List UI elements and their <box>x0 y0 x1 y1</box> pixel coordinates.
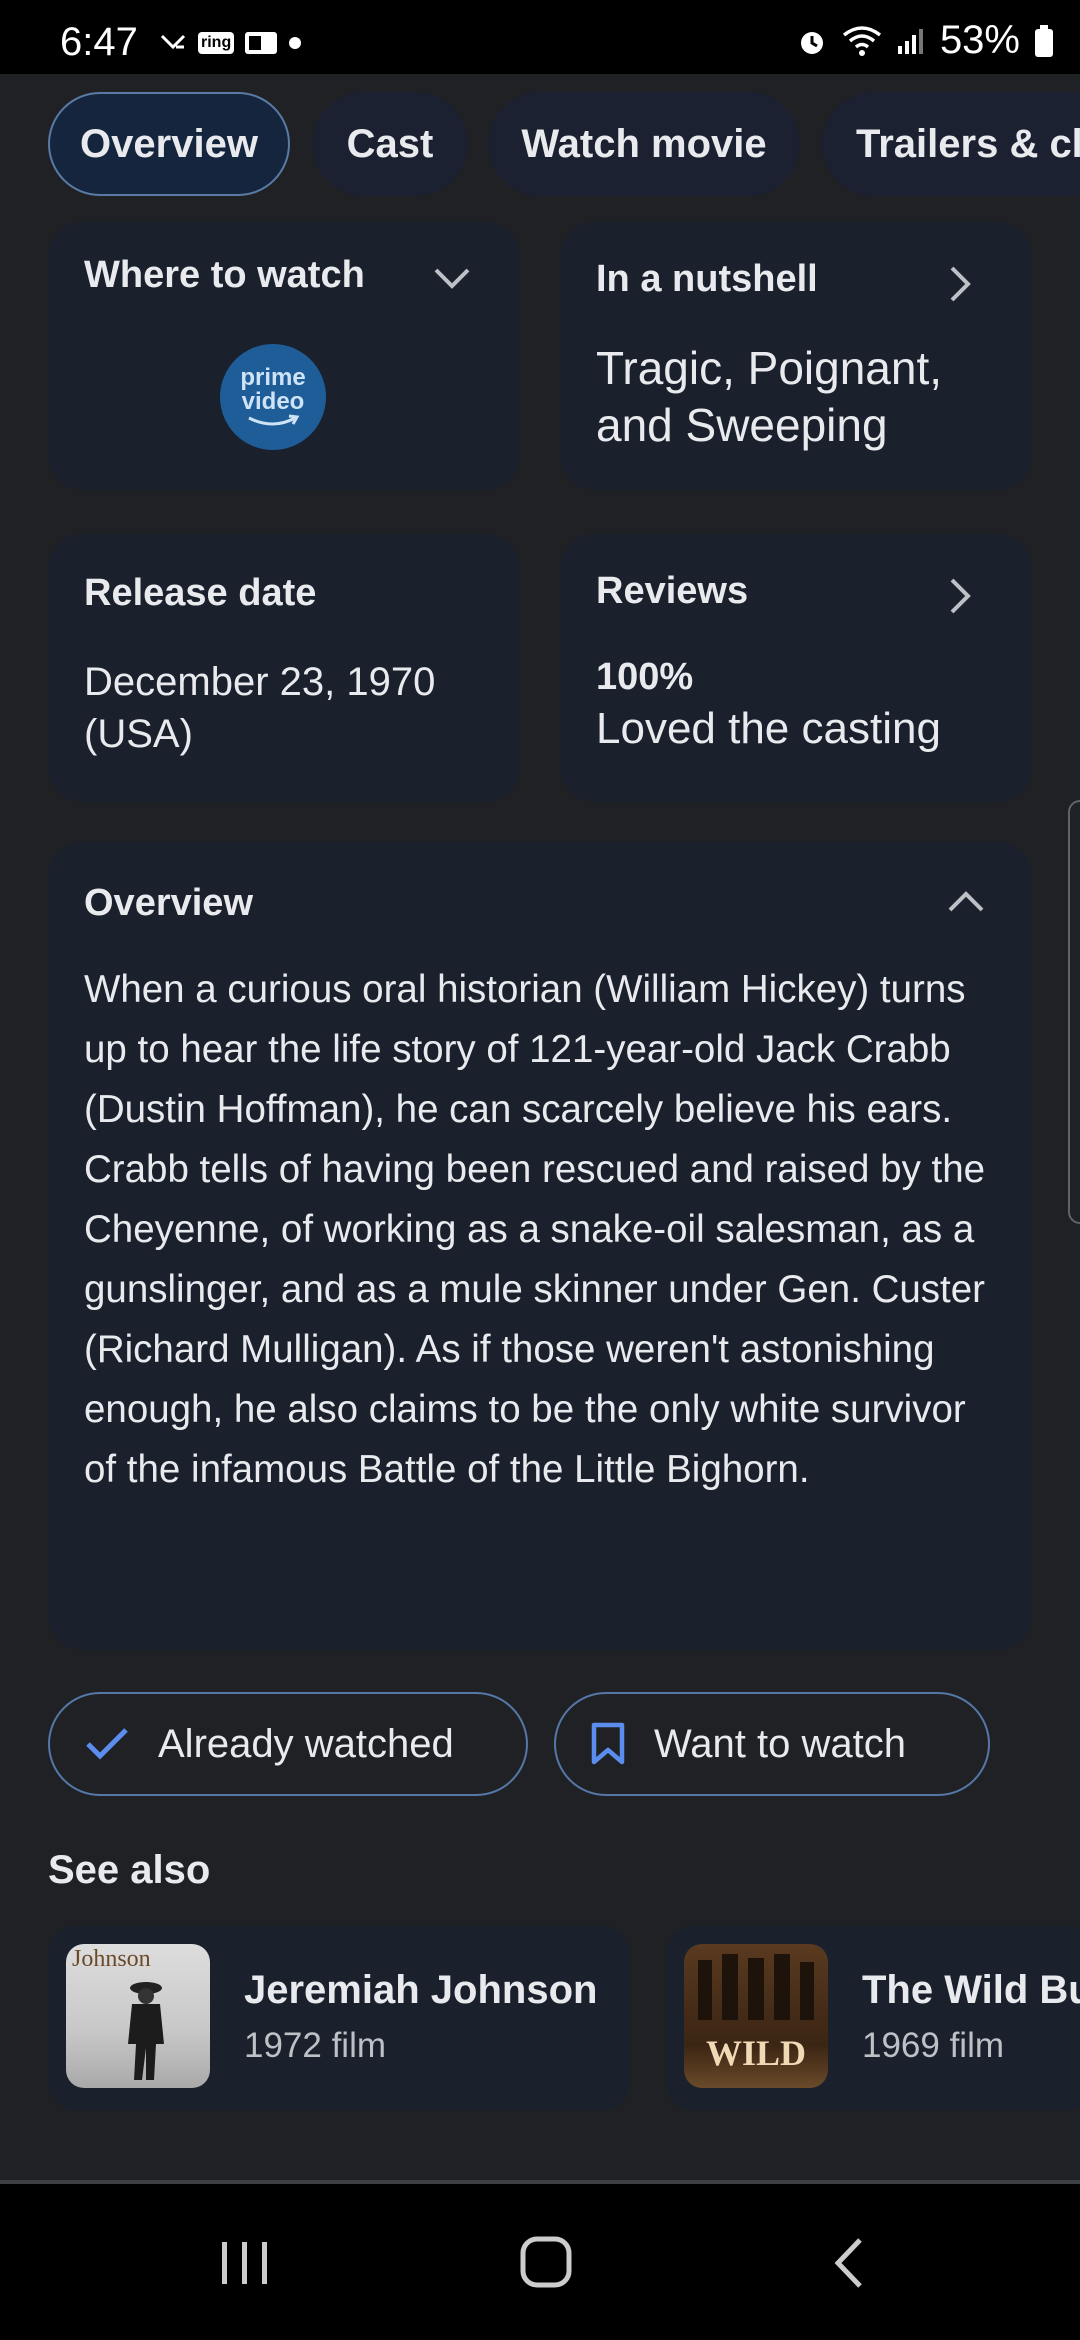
see-also-item-title: The Wild Bu <box>862 1968 1080 2012</box>
video-logo-text: video <box>241 388 305 415</box>
home-icon[interactable] <box>518 2234 574 2290</box>
want-to-watch-button[interactable]: Want to watch <box>554 1692 990 1796</box>
nutshell-title: In a nutshell <box>596 258 818 300</box>
alarm-icon <box>800 31 823 54</box>
tab-trailers[interactable]: Trailers & cli <box>822 92 1080 196</box>
cowboy-figure-icon <box>128 1982 164 2080</box>
check-icon <box>84 1726 130 1762</box>
tab-overview[interactable]: Overview <box>48 92 290 196</box>
reviews-card[interactable]: Reviews 100% Loved the casting <box>560 534 1032 802</box>
already-watched-label: Already watched <box>158 1721 454 1766</box>
reviews-subtitle: Loved the casting <box>596 704 941 753</box>
where-to-watch-card[interactable]: Where to watch prime video <box>48 222 520 490</box>
chevron-up-icon[interactable] <box>946 888 986 914</box>
bookmark-icon <box>590 1722 626 1766</box>
release-region: (USA) <box>84 712 193 756</box>
want-to-watch-label: Want to watch <box>654 1721 906 1766</box>
already-watched-button[interactable]: Already watched <box>48 1692 528 1796</box>
overview-text: When a curious oral historian (William H… <box>84 968 986 1491</box>
chevron-right-icon[interactable] <box>948 264 974 304</box>
overview-card: Overview When a curious oral historian (… <box>48 842 1032 1650</box>
reviews-percent: 100% <box>596 656 694 698</box>
ring-app-icon: ring <box>198 32 235 54</box>
signal-icon <box>897 28 923 54</box>
navigation-bar <box>0 2184 1080 2340</box>
system-icons: 53% <box>796 18 1054 63</box>
wifi-icon <box>842 25 882 56</box>
status-time: 6:47 <box>60 20 138 64</box>
battery-percent: 53% <box>939 18 1020 62</box>
see-also-item-subtitle: 1969 film <box>862 2026 1005 2065</box>
nutshell-card[interactable]: In a nutshell Tragic, Poignant, and Swee… <box>560 222 1032 490</box>
recent-apps-icon[interactable] <box>218 2238 272 2288</box>
dot-icon <box>289 37 302 49</box>
chevron-right-icon[interactable] <box>948 576 974 616</box>
nutshell-text: Tragic, Poignant, and Sweeping <box>596 342 943 451</box>
prime-video-logo[interactable]: prime video <box>220 344 326 450</box>
overview-title: Overview <box>84 882 253 924</box>
outlook-icon <box>245 32 278 54</box>
see-also-title: See also <box>48 1848 211 1892</box>
reviews-title: Reviews <box>596 570 749 612</box>
see-also-item-subtitle: 1972 film <box>244 2026 387 2065</box>
smile-arrow-icon <box>248 414 300 426</box>
chevron-down-icon[interactable] <box>432 266 472 292</box>
back-icon[interactable] <box>832 2236 866 2290</box>
tab-strip: Overview Cast Watch movie Trailers & cli <box>0 74 1080 210</box>
release-date-title: Release date <box>84 572 317 614</box>
see-also-item[interactable]: WILD The Wild Bu 1969 film <box>666 1926 1080 2110</box>
battery-icon <box>1035 24 1053 57</box>
see-also-item-title: Jeremiah Johnson <box>244 1968 598 2012</box>
notification-icons: ring <box>158 28 302 58</box>
where-to-watch-title: Where to watch <box>84 254 365 296</box>
release-date: December 23, 1970 <box>84 660 436 704</box>
poster-title-text: WILD <box>705 2033 807 2073</box>
jeremiah-johnson-poster: Johnson <box>66 1944 210 2088</box>
tab-watch-movie[interactable]: Watch movie <box>488 92 800 196</box>
release-date-card: Release date December 23, 1970 (USA) <box>48 534 520 802</box>
scroll-indicator[interactable] <box>1068 800 1080 1224</box>
missed-call-icon <box>160 34 186 50</box>
tab-cast[interactable]: Cast <box>312 92 468 196</box>
prime-logo-text: prime <box>240 364 306 391</box>
release-date-value: December 23, 1970 (USA) <box>84 656 504 760</box>
see-also-item[interactable]: Johnson Jeremiah Johnson 1972 film <box>48 1926 630 2110</box>
wild-bunch-poster: WILD <box>684 1944 828 2088</box>
status-bar: 6:47 ring 53% <box>0 0 1080 74</box>
